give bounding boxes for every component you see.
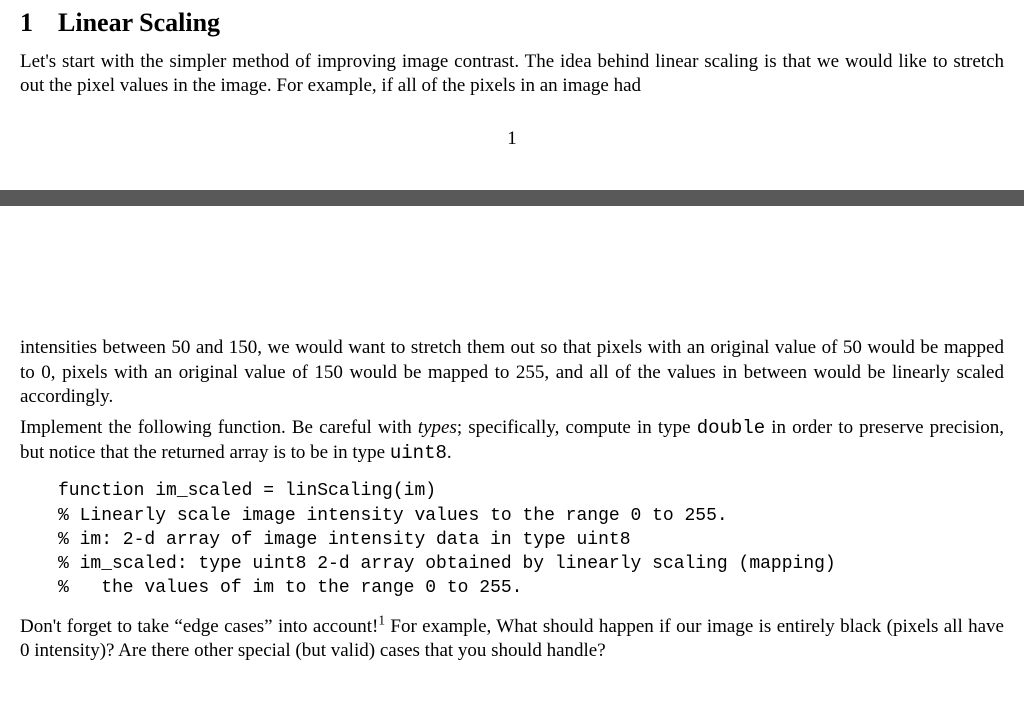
paragraph-1: Let's start with the simpler method of i…	[20, 50, 1004, 99]
para3-uint8: uint8	[390, 442, 447, 464]
code-block: function im_scaled = linScaling(im) % Li…	[58, 479, 1004, 600]
code-line-1: function im_scaled = linScaling(im)	[58, 481, 436, 501]
section-title: Linear Scaling	[58, 8, 220, 37]
section-heading: 1Linear Scaling	[20, 6, 1004, 40]
page-number: 1	[20, 127, 1004, 152]
code-line-2: % Linearly scale image intensity values …	[58, 506, 728, 526]
paragraph-2: intensities between 50 and 150, we would…	[20, 336, 1004, 410]
para3-double: double	[697, 417, 765, 439]
paragraph-3: Implement the following function. Be car…	[20, 416, 1004, 465]
para4-part-a: Don't forget to take “edge cases” into a…	[20, 616, 378, 637]
paragraph-4: Don't forget to take “edge cases” into a…	[20, 615, 1004, 664]
para3-types: types	[418, 417, 457, 438]
page-upper: 1Linear Scaling Let's start with the sim…	[0, 0, 1024, 190]
para3-part-b: ; specifically, compute in type	[457, 417, 697, 438]
para3-part-a: Implement the following function. Be car…	[20, 417, 418, 438]
section-number: 1	[20, 6, 58, 40]
para3-part-d: .	[447, 442, 452, 463]
page-divider	[0, 190, 1024, 206]
blank-spacer	[0, 206, 1024, 336]
page-lower: intensities between 50 and 150, we would…	[0, 336, 1024, 694]
code-line-4: % im_scaled: type uint8 2-d array obtain…	[58, 554, 836, 574]
code-line-3: % im: 2-d array of image intensity data …	[58, 530, 631, 550]
footnote-marker: 1	[378, 612, 385, 627]
code-line-5: % the values of im to the range 0 to 255…	[58, 578, 522, 598]
